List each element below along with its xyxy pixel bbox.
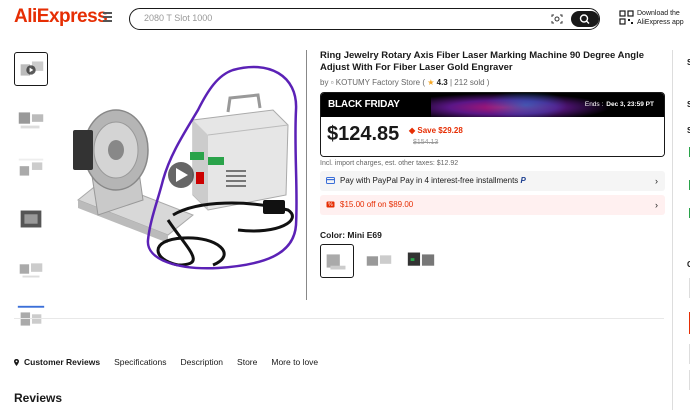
- aliexpress-logo[interactable]: AliExpress: [14, 6, 108, 28]
- star-icon: ★: [427, 78, 435, 87]
- thumbnail-image: [20, 61, 44, 76]
- coupon-row[interactable]: % $15.00 off on $89.00 ›: [320, 195, 665, 215]
- product-tabs: Customer Reviews Specifications Descript…: [14, 355, 332, 369]
- search-input[interactable]: 2080 T Slot 1000: [144, 13, 212, 23]
- thumbnail-image: [19, 263, 43, 278]
- search-button[interactable]: [571, 11, 599, 27]
- color-option-image: [366, 255, 392, 266]
- by-prefix: by: [320, 78, 329, 87]
- download-line-2: AliExpress app: [637, 19, 684, 26]
- tab-store[interactable]: Store: [237, 357, 257, 367]
- download-line-1: Download the: [637, 10, 680, 17]
- price-block: $124.85 ◆ Save $29.28 $154.13: [321, 117, 664, 156]
- paypal-logo-icon: P: [520, 176, 526, 185]
- color-option-image: [407, 252, 435, 266]
- thumbnail-video[interactable]: [14, 52, 48, 86]
- chevron-right-icon: ›: [655, 176, 658, 186]
- divider: [306, 50, 307, 300]
- thumbnail-image: [18, 158, 44, 176]
- color-option-1[interactable]: [320, 244, 354, 278]
- ends-value: Dec 3, 23:59 PT: [606, 101, 654, 108]
- location-pin-icon: [14, 359, 19, 366]
- save-badge: ◆ Save $29.28: [409, 126, 463, 135]
- thumbnail-3[interactable]: [14, 152, 48, 186]
- color-label: Color: Mini E69: [320, 230, 382, 240]
- promo-ends: Ends : Dec 3, 23:59 PT: [585, 101, 654, 108]
- main-product-image[interactable]: [58, 50, 304, 298]
- thumbnail-4[interactable]: [14, 202, 48, 236]
- color-value: Mini E69: [347, 230, 382, 240]
- product-page: AliExpress 2080 T Slot 1000 Download the…: [0, 0, 690, 410]
- card-icon: [326, 177, 335, 184]
- search-bar[interactable]: 2080 T Slot 1000: [129, 8, 600, 30]
- thumbnail-list: [14, 52, 50, 352]
- thumbnail-5[interactable]: [14, 252, 48, 286]
- sold-count: 212 sold: [454, 78, 485, 87]
- rating-value: 4.3: [436, 78, 448, 87]
- thumbnail-2[interactable]: [14, 102, 48, 136]
- tag-icon: ◆: [409, 126, 416, 135]
- product-info: Ring Jewelry Rotary Axis Fiber Laser Mar…: [320, 50, 665, 278]
- top-header: AliExpress 2080 T Slot 1000 Download the…: [0, 0, 690, 38]
- qr-code-icon[interactable]: [619, 10, 634, 25]
- current-price: $124.85: [327, 123, 400, 145]
- color-option-image: [326, 254, 346, 270]
- store-link[interactable]: KOTUMY Factory Store: [336, 78, 420, 87]
- paypal-installments-row[interactable]: Pay with PayPal Pay in 4 interest-free i…: [320, 171, 665, 191]
- reviews-heading: Reviews: [14, 391, 63, 405]
- color-options: [320, 244, 665, 278]
- coupon-text: $15.00 off on $89.00: [340, 200, 414, 209]
- thumbnail-6[interactable]: [14, 302, 48, 336]
- ends-label: Ends :: [584, 101, 604, 108]
- color-option-3[interactable]: [404, 244, 438, 278]
- tab-customer-reviews[interactable]: Customer Reviews: [14, 357, 100, 367]
- tab-more-to-love[interactable]: More to love: [271, 357, 318, 367]
- save-amount: Save $29.28: [417, 126, 463, 135]
- coupon-icon: %: [326, 201, 335, 208]
- promo-label: BLACK FRIDAY: [328, 99, 400, 110]
- black-friday-banner: BLACK FRIDAY Ends : Dec 3, 23:59 PT $124.…: [320, 92, 665, 157]
- download-app-link[interactable]: Download the AliExpress app: [637, 9, 690, 27]
- store-icon: ▫: [330, 78, 334, 87]
- color-option-2[interactable]: [362, 244, 396, 278]
- thumbnail-image: [17, 305, 45, 326]
- tab-description[interactable]: Description: [181, 357, 224, 367]
- tax-note: Incl. import charges, est. other taxes: …: [320, 160, 459, 167]
- svg-text:%: %: [328, 202, 333, 208]
- search-icon: [579, 14, 590, 24]
- right-buy-panel: S S S C: [672, 50, 690, 410]
- store-meta: by ▫ KOTUMY Factory Store ( ★ 4.3 | 212 …: [320, 78, 490, 87]
- paypal-text: Pay with PayPal Pay in 4 interest-free i…: [340, 176, 526, 185]
- thumbnail-image: [20, 210, 42, 228]
- section-divider: [14, 318, 664, 319]
- tab-specifications[interactable]: Specifications: [114, 357, 166, 367]
- menu-icon[interactable]: [103, 12, 115, 24]
- chevron-right-icon: ›: [655, 200, 658, 210]
- original-price: $154.13: [413, 139, 439, 146]
- product-title: Ring Jewelry Rotary Axis Fiber Laser Mar…: [320, 50, 644, 73]
- thumbnail-image: [18, 112, 44, 129]
- camera-search-icon[interactable]: [551, 13, 563, 25]
- promo-header: BLACK FRIDAY Ends : Dec 3, 23:59 PT: [321, 93, 664, 121]
